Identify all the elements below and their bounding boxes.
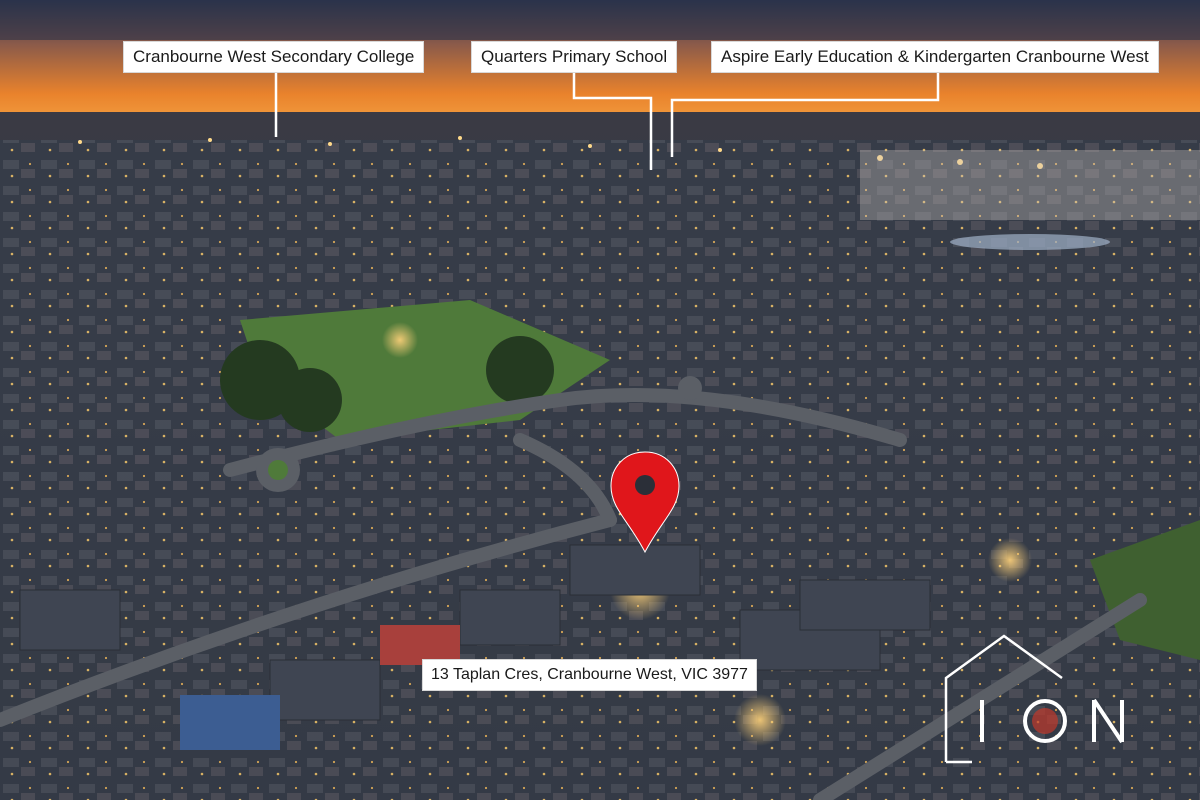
ion-logo	[944, 634, 1124, 764]
callout-cranbourne-west-secondary-college: Cranbourne West Secondary College	[123, 41, 425, 73]
callout-aspire-early-education: Aspire Early Education & Kindergarten Cr…	[711, 41, 1159, 73]
property-address-label: 13 Taplan Cres, Cranbourne West, VIC 397…	[422, 659, 757, 691]
callout-quarters-primary-school: Quarters Primary School	[471, 41, 678, 73]
